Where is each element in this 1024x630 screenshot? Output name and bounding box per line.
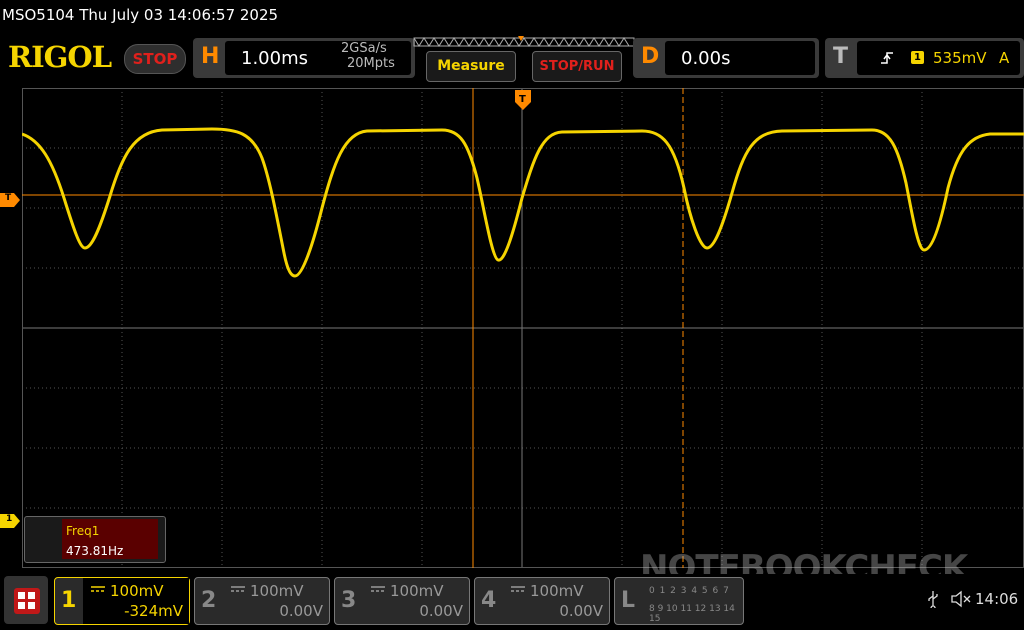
grid-menu-icon [18,592,35,609]
trigger-label: T [833,44,849,69]
stop-run-button[interactable]: STOP/RUN [532,51,622,82]
trigger-level: 535mV [933,49,987,67]
measure-button[interactable]: Measure [426,51,516,82]
channel-2-scale: 100mV [250,582,304,600]
channel-2-number: 2 [201,588,217,613]
channel-4-offset: 0.00V [559,602,603,620]
channel-3-offset: 0.00V [419,602,463,620]
channel-1-scale: 100mV [110,582,164,600]
channel-3-scale: 100mV [390,582,444,600]
channel-3-panel[interactable]: 3 100mV 0.00V [334,577,470,625]
dc-coupling-icon [231,586,245,592]
trigger-source-badge: 1 [911,51,924,64]
horizontal-panel[interactable]: H 1.00ms 2GSa/s 20Mpts [193,38,415,78]
trigger-panel[interactable]: T 1 535mV A [825,38,1024,78]
usb-icon [928,591,938,608]
dc-coupling-icon [91,586,105,592]
channel-2-offset: 0.00V [279,602,323,620]
timebase-value: 1.00ms [241,48,308,69]
main-menu-button[interactable] [4,576,48,624]
speaker-muted-icon[interactable] [950,590,972,608]
rising-edge-icon [881,52,893,64]
run-state-button[interactable]: STOP [124,44,186,74]
sample-rate: 2GSa/s [341,41,387,56]
memory-depth: 20Mpts [347,56,395,71]
trigger-level-marker-label: T [5,193,12,203]
trigger-mode: A [999,49,1010,67]
dc-coupling-icon [511,586,525,592]
horizontal-label: H [201,44,220,69]
logic-channels-row1: 0 1 2 3 4 5 6 7 [649,586,730,596]
rigol-logo: RIGOL [8,40,112,74]
channel-3-number: 3 [341,588,357,613]
measurement-panel[interactable]: Freq1 473.81Hz [24,516,166,563]
logic-channels-row2: 8 9 10 11 12 13 14 15 [649,604,735,624]
delay-value: 0.00s [681,48,731,69]
channel-4-number: 4 [481,588,497,613]
memory-indicator [413,36,635,47]
trigger-position-marker-label: T [519,94,526,105]
channel-1-offset: -324mV [124,602,183,620]
clock-time: 14:06 [975,590,1019,608]
channel-4-panel[interactable]: 4 100mV 0.00V [474,577,610,625]
logic-label: L [621,588,636,613]
ch1-waveform [22,127,1024,278]
ch1-offset-marker-label: 1 [6,514,13,524]
waveform-display[interactable] [22,88,1024,568]
channel-1-number: 1 [61,588,77,613]
measurement-value: 473.81Hz [66,544,124,558]
logic-analyzer-panel[interactable]: L 0 1 2 3 4 5 6 7 8 9 10 11 12 13 14 15 [614,577,744,625]
delay-panel[interactable]: D 0.00s [633,38,819,78]
title-bar: MSO5104 Thu July 03 14:06:57 2025 [0,0,1024,34]
dc-coupling-icon [371,586,385,592]
delay-label: D [641,44,660,69]
channel-2-panel[interactable]: 2 100mV 0.00V [194,577,330,625]
channel-4-scale: 100mV [530,582,584,600]
channel-1-panel[interactable]: 1 100mV -324mV [54,577,190,625]
device-title: MSO5104 Thu July 03 14:06:57 2025 [2,6,279,24]
measurement-label: Freq1 [66,524,100,538]
